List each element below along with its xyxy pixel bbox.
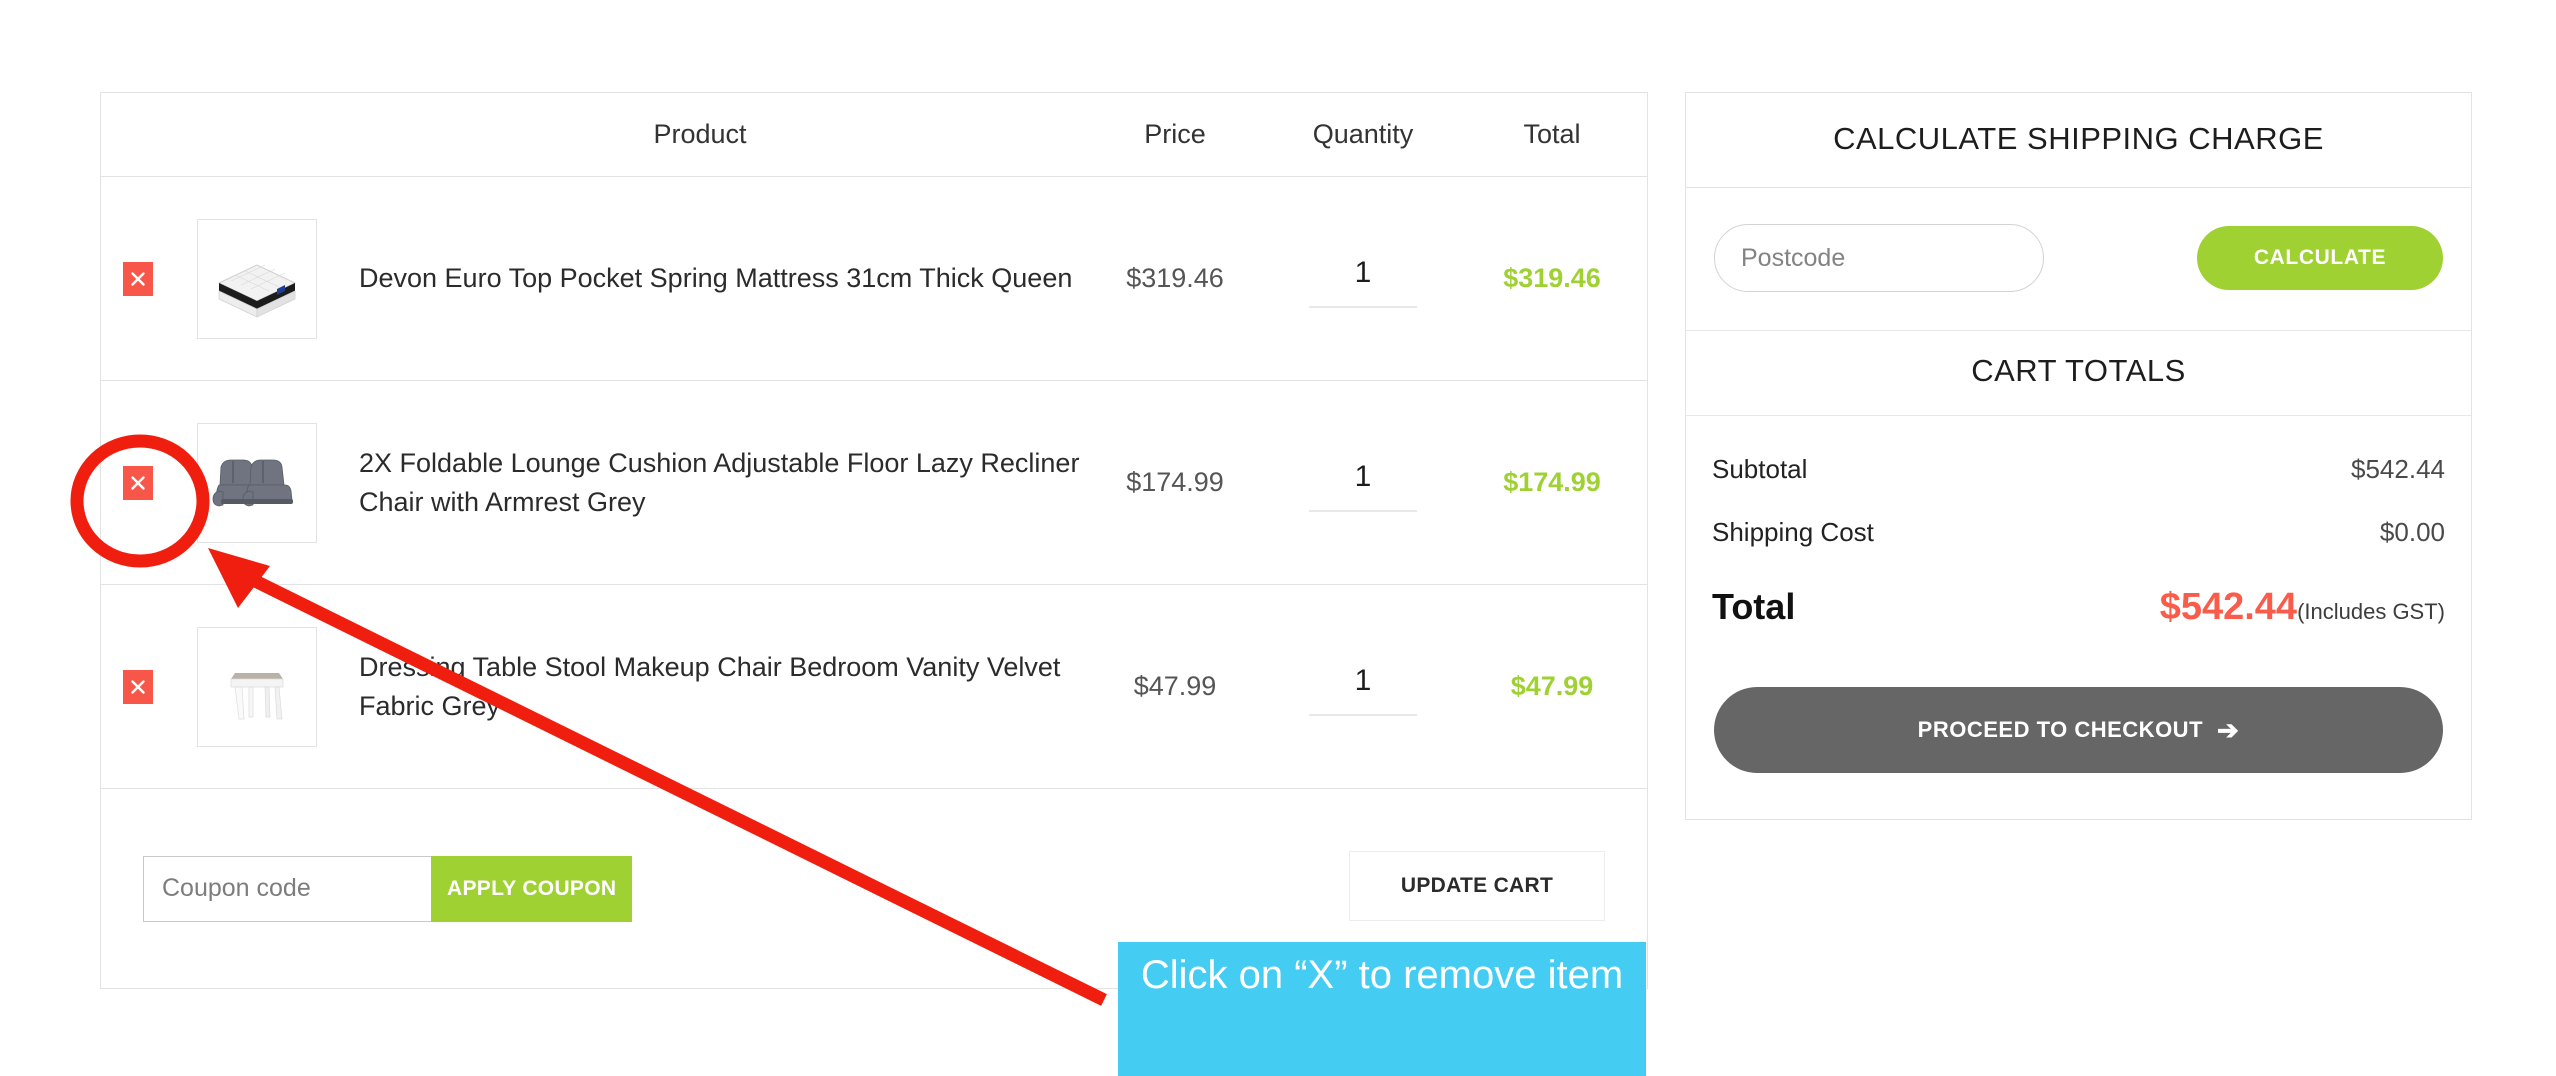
coupon-code-input[interactable]	[143, 855, 431, 922]
cart-totals-body: Subtotal $542.44 Shipping Cost $0.00 Tot…	[1686, 416, 2471, 645]
instruction-callout: Click on “X” to remove item	[1118, 942, 1646, 1076]
apply-coupon-button[interactable]: APPLY COUPON	[431, 855, 633, 922]
shipping-calculator: CALCULATE	[1686, 188, 2471, 331]
product-line-total: $47.99	[1510, 671, 1594, 701]
table-row: Dressing Table Stool Makeup Chair Bedroo…	[101, 585, 1647, 789]
subtotal-value: $542.44	[2351, 454, 2445, 484]
product-thumbnail[interactable]	[197, 422, 317, 543]
product-name-cell: Dressing Table Stool Makeup Chair Bedroo…	[319, 648, 1081, 725]
table-row: Devon Euro Top Pocket Spring Mattress 31…	[101, 177, 1647, 381]
subtotal-label: Subtotal	[1712, 454, 1808, 484]
postcode-input[interactable]	[1714, 224, 2044, 292]
cart-table-header-row: Product Price Quantity Total	[101, 93, 1647, 177]
product-price: $47.99	[1133, 671, 1217, 701]
thumb-cell	[197, 218, 319, 339]
vanity-stool-thumbnail-icon	[230, 672, 284, 719]
shipping-panel-title: CALCULATE SHIPPING CHARGE	[1686, 93, 2471, 188]
product-price: $174.99	[1126, 467, 1224, 497]
product-line-total: $174.99	[1503, 467, 1601, 497]
quantity-input[interactable]	[1309, 453, 1417, 512]
product-thumbnail[interactable]	[197, 218, 317, 339]
totals-row-grand-total: Total $542.44(Includes GST)	[1712, 564, 2445, 645]
product-name-cell: Devon Euro Top Pocket Spring Mattress 31…	[319, 259, 1081, 297]
column-header-price: Price	[1144, 119, 1206, 149]
remove-item-button[interactable]	[123, 261, 153, 296]
quantity-input[interactable]	[1309, 657, 1417, 716]
column-header-total: Total	[1523, 119, 1581, 149]
grand-total-group: $542.44(Includes GST)	[2160, 586, 2445, 629]
shipping-cost-value: $0.00	[2379, 517, 2445, 547]
mattress-thumbnail-icon	[217, 263, 297, 318]
product-line-total: $319.46	[1503, 263, 1601, 293]
product-price: $319.46	[1126, 263, 1224, 293]
quantity-cell	[1269, 453, 1457, 512]
recliner-chair-thumbnail-icon	[212, 459, 293, 506]
table-row: 2X Foldable Lounge Cushion Adjustable Fl…	[101, 381, 1647, 585]
cart-totals-title: CART TOTALS	[1686, 331, 2471, 416]
remove-cell	[101, 669, 197, 704]
calculate-shipping-button[interactable]: CALCULATE	[2197, 226, 2443, 290]
close-icon	[131, 475, 145, 490]
thumb-cell	[197, 626, 319, 747]
coupon-group: APPLY COUPON	[143, 855, 633, 922]
remove-cell	[101, 465, 197, 500]
checkout-label: PROCEED TO CHECKOUT	[1917, 717, 2204, 742]
column-header-product: Product	[653, 119, 747, 149]
quantity-cell	[1269, 657, 1457, 716]
remove-cell	[101, 261, 197, 296]
remove-item-button[interactable]	[123, 669, 153, 704]
thumb-cell	[197, 422, 319, 543]
cart-table: Product Price Quantity Total Devon Euro …	[100, 92, 1648, 989]
close-icon	[131, 679, 145, 694]
column-header-quantity: Quantity	[1312, 119, 1414, 149]
arrow-right-icon: ➔	[2217, 715, 2240, 745]
remove-item-button[interactable]	[123, 465, 153, 500]
totals-row-subtotal: Subtotal $542.44	[1712, 438, 2445, 501]
product-name[interactable]: 2X Foldable Lounge Cushion Adjustable Fl…	[359, 444, 1081, 521]
update-cart-button[interactable]: UPDATE CART	[1349, 851, 1605, 921]
product-name-cell: 2X Foldable Lounge Cushion Adjustable Fl…	[319, 444, 1081, 521]
close-icon	[131, 271, 145, 286]
grand-total-label: Total	[1712, 586, 1796, 627]
product-name[interactable]: Devon Euro Top Pocket Spring Mattress 31…	[359, 259, 1081, 297]
product-thumbnail[interactable]	[197, 626, 317, 747]
grand-total-value: $542.44	[2159, 586, 2298, 628]
product-name[interactable]: Dressing Table Stool Makeup Chair Bedroo…	[359, 648, 1081, 725]
totals-row-shipping: Shipping Cost $0.00	[1712, 501, 2445, 564]
checkout-area: PROCEED TO CHECKOUT ➔	[1686, 645, 2471, 819]
quantity-input[interactable]	[1309, 249, 1417, 308]
cart-summary-panel: CALCULATE SHIPPING CHARGE CALCULATE CART…	[1685, 92, 2472, 820]
shipping-cost-label: Shipping Cost	[1712, 517, 1874, 547]
quantity-cell	[1269, 249, 1457, 308]
proceed-to-checkout-button[interactable]: PROCEED TO CHECKOUT ➔	[1714, 687, 2443, 773]
cart-page: Product Price Quantity Total Devon Euro …	[0, 0, 2556, 1076]
gst-note: (Includes GST)	[2297, 599, 2445, 624]
